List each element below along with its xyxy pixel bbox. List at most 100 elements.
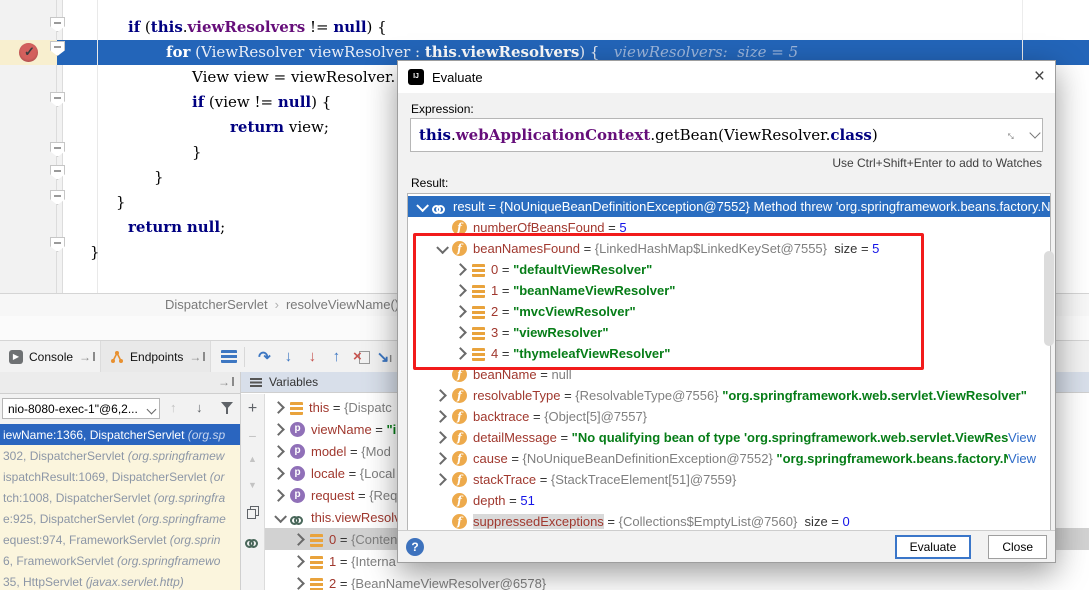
move-watch-down-button[interactable]: ▼ bbox=[241, 480, 264, 490]
result-row[interactable]: cause = {NoUniqueBeanDefinitionException… bbox=[408, 448, 1050, 469]
run-to-cursor-button[interactable]: ↘I bbox=[372, 348, 396, 366]
result-row[interactable]: 4 = "thymeleafViewResolver" bbox=[408, 343, 1050, 364]
result-row[interactable]: detailMessage = "No qualifying bean of t… bbox=[408, 427, 1050, 448]
variable-name: locale bbox=[311, 466, 345, 481]
result-row[interactable]: numberOfBeansFound = 5 bbox=[408, 217, 1050, 238]
view-link[interactable]: View bbox=[1008, 451, 1050, 466]
variables-menu-icon[interactable] bbox=[250, 378, 262, 387]
result-row[interactable]: suppressedExceptions = {Collections$Empt… bbox=[408, 511, 1050, 532]
result-row[interactable]: 1 = "beanNameViewResolver" bbox=[408, 280, 1050, 301]
expand-chevron-icon[interactable] bbox=[454, 284, 467, 297]
evaluate-button[interactable]: Evaluate bbox=[895, 535, 972, 559]
stack-frame-row[interactable]: tch:1008, DispatcherServlet (org.springf… bbox=[0, 487, 240, 508]
breadcrumb-class[interactable]: DispatcherServlet bbox=[165, 297, 268, 312]
tab-console[interactable]: ▶ Console → bbox=[0, 341, 101, 372]
breadcrumb-method[interactable]: resolveViewName() bbox=[286, 297, 399, 312]
result-name: 1 bbox=[491, 283, 498, 298]
step-into-button[interactable]: ↓ bbox=[276, 348, 300, 365]
result-row[interactable]: 0 = "defaultViewResolver" bbox=[408, 259, 1050, 280]
thread-name: nio-8080-exec-1"@6,2... bbox=[8, 402, 138, 416]
step-out-button[interactable]: ↑ bbox=[324, 348, 348, 365]
equals-sign: = bbox=[336, 554, 351, 569]
frame-package: (or bbox=[210, 470, 225, 484]
expand-chevron-icon[interactable] bbox=[272, 467, 285, 480]
variable-type-icon bbox=[290, 488, 305, 503]
expand-chevron-icon[interactable] bbox=[292, 555, 305, 568]
frames-list: iewName:1366, DispatcherServlet (org.sp … bbox=[0, 424, 240, 590]
watches-hint: Use Ctrl+Shift+Enter to add to Watches bbox=[832, 156, 1042, 170]
next-frame-button[interactable]: ↓ bbox=[196, 400, 203, 415]
frames-pin-icon[interactable]: → bbox=[218, 376, 230, 388]
equals-sign: = bbox=[329, 400, 344, 415]
result-row[interactable]: 3 = "viewResolver" bbox=[408, 322, 1050, 343]
duplicate-watch-button[interactable] bbox=[247, 506, 258, 519]
hide-frames-filter-icon[interactable] bbox=[221, 402, 233, 414]
expand-chevron-icon[interactable] bbox=[454, 326, 467, 339]
expand-chevron-icon[interactable] bbox=[434, 452, 447, 465]
expression-input[interactable]: this.webApplicationContext.getBean(ViewR… bbox=[410, 118, 1043, 152]
expand-chevron-icon[interactable] bbox=[272, 489, 285, 502]
expand-chevron-icon[interactable] bbox=[434, 389, 447, 402]
remove-watch-button[interactable]: − bbox=[241, 428, 264, 444]
thread-selector-dropdown[interactable]: nio-8080-exec-1"@6,2... bbox=[2, 398, 160, 419]
breakpoint-icon[interactable] bbox=[19, 43, 38, 62]
expand-chevron-icon[interactable] bbox=[454, 263, 467, 276]
step-over-button[interactable]: ↷ bbox=[252, 348, 276, 366]
prev-frame-button[interactable]: ↑ bbox=[170, 400, 177, 415]
expand-chevron-icon[interactable] bbox=[454, 305, 467, 318]
layout-settings-icon[interactable] bbox=[221, 350, 237, 363]
result-row[interactable]: beanNamesFound = {LinkedHashMap$LinkedKe… bbox=[408, 238, 1050, 259]
stack-frame-row[interactable]: 35, HttpServlet (javax.servlet.http) bbox=[0, 571, 240, 590]
stack-frame-row[interactable]: e:925, DispatcherServlet (org.springfram… bbox=[0, 508, 240, 529]
variable-type-icon bbox=[310, 534, 323, 547]
expand-chevron-icon[interactable] bbox=[434, 473, 447, 486]
expand-chevron-icon[interactable] bbox=[272, 445, 285, 458]
expand-chevron-icon[interactable] bbox=[274, 510, 287, 523]
thread-dropdown-chevron-icon bbox=[147, 405, 157, 415]
result-row[interactable]: depth = 51 bbox=[408, 490, 1050, 511]
expand-chevron-icon[interactable] bbox=[434, 431, 447, 444]
add-watch-button[interactable]: + bbox=[241, 400, 264, 418]
result-row[interactable]: 2 = "mvcViewResolver" bbox=[408, 301, 1050, 322]
tab-endpoints[interactable]: Endpoints → bbox=[101, 341, 211, 372]
close-button[interactable]: Close bbox=[988, 535, 1047, 559]
result-scrollbar-thumb[interactable] bbox=[1044, 251, 1054, 346]
value-message: Method threw 'org.springframework.beans.… bbox=[750, 199, 1050, 214]
stack-frame-row[interactable]: 302, DispatcherServlet (org.springframew bbox=[0, 445, 240, 466]
expand-chevron-icon[interactable] bbox=[454, 347, 467, 360]
force-step-into-button[interactable]: ↓ bbox=[300, 348, 324, 365]
expand-chevron-icon[interactable] bbox=[272, 401, 285, 414]
frame-package: (org.springfra bbox=[154, 491, 225, 505]
expand-chevron-icon[interactable] bbox=[416, 199, 429, 212]
expand-chevron-icon[interactable] bbox=[272, 423, 285, 436]
move-watch-up-button[interactable]: ▲ bbox=[241, 454, 264, 464]
expand-chevron-icon[interactable] bbox=[436, 241, 449, 254]
equals-sign: = bbox=[336, 532, 351, 547]
show-watches-icon[interactable] bbox=[245, 539, 260, 547]
code-line: View view = viewResolver. bbox=[192, 65, 395, 90]
stack-frame-row[interactable]: iewName:1366, DispatcherServlet (org.sp bbox=[0, 424, 240, 445]
variable-type-icon bbox=[310, 578, 323, 590]
help-icon[interactable]: ? bbox=[406, 538, 424, 556]
result-row[interactable]: result = {NoUniqueBeanDefinitionExceptio… bbox=[408, 196, 1050, 217]
stack-frame-row[interactable]: 6, FrameworkServlet (org.springframewo bbox=[0, 550, 240, 571]
result-row[interactable]: backtrace = {Object[5]@7557} bbox=[408, 406, 1050, 427]
variable-value-ref: {Interna bbox=[351, 554, 396, 569]
expand-chevron-icon[interactable] bbox=[434, 410, 447, 423]
expand-chevron-icon[interactable] bbox=[292, 533, 305, 546]
equals-sign: = bbox=[508, 451, 523, 466]
variable-row[interactable]: 2 = {BeanNameViewResolver@6578} bbox=[265, 572, 1089, 590]
value-ref: {Object[5]@7557} bbox=[544, 409, 647, 424]
drop-frame-button[interactable]: × bbox=[348, 348, 372, 365]
value-string: "beanNameViewResolver" bbox=[513, 283, 675, 298]
equals-sign: = bbox=[498, 325, 513, 340]
result-row[interactable]: beanName = null bbox=[408, 364, 1050, 385]
expand-chevron-icon[interactable] bbox=[292, 577, 305, 590]
stack-frame-row[interactable]: equest:974, FrameworkServlet (org.sprin bbox=[0, 529, 240, 550]
stack-frame-row[interactable]: ispatchResult:1069, DispatcherServlet (o… bbox=[0, 466, 240, 487]
result-row[interactable]: stackTrace = {StackTraceElement[51]@7559… bbox=[408, 469, 1050, 490]
view-link[interactable]: View bbox=[1008, 430, 1050, 445]
close-icon[interactable]: × bbox=[1034, 66, 1045, 88]
result-row[interactable]: resolvableType = {ResolvableType@7556} "… bbox=[408, 385, 1050, 406]
size-label: size = bbox=[827, 241, 872, 256]
